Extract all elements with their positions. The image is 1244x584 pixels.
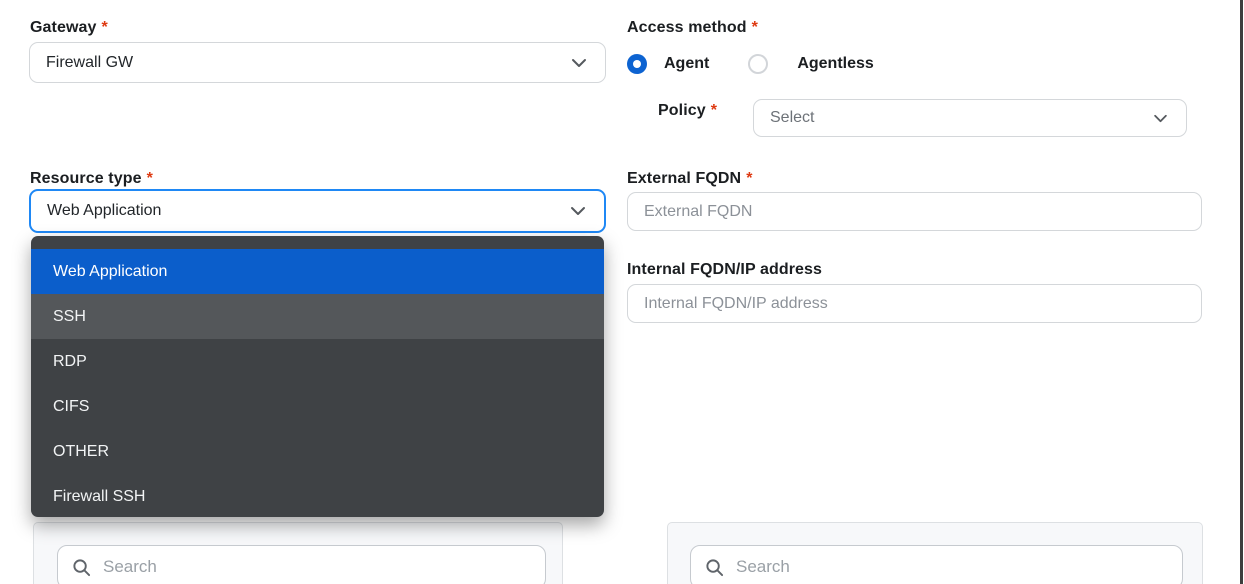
window-edge-divider <box>1240 0 1243 584</box>
policy-select[interactable]: Select <box>753 99 1187 137</box>
policy-label-text: Policy <box>658 102 706 119</box>
access-method-label: Access method * <box>627 19 758 37</box>
right-search-input[interactable] <box>736 546 1182 584</box>
right-search-box <box>690 545 1183 584</box>
gateway-required-asterisk: * <box>102 19 108 36</box>
access-method-radio-group: Agent Agentless <box>627 54 874 74</box>
policy-required-asterisk: * <box>711 102 717 119</box>
agent-radio[interactable] <box>627 54 647 74</box>
internal-fqdn-input[interactable] <box>627 284 1202 323</box>
resource-type-required-asterisk: * <box>147 170 153 187</box>
policy-label: Policy * <box>658 102 717 120</box>
dropdown-option-rdp[interactable]: RDP <box>31 339 604 384</box>
chevron-down-icon <box>570 206 586 216</box>
access-method-required-asterisk: * <box>752 19 758 36</box>
dropdown-option-cifs[interactable]: CIFS <box>31 384 604 429</box>
resource-type-label: Resource type * <box>30 170 153 188</box>
internal-fqdn-label-text: Internal FQDN/IP address <box>627 261 822 278</box>
external-fqdn-field-wrap <box>627 192 1202 231</box>
chevron-down-icon <box>571 58 587 68</box>
external-fqdn-label-text: External FQDN <box>627 170 741 187</box>
policy-select-value: Select <box>754 109 1153 127</box>
resource-form: Gateway * Firewall GW Access method * Agen… <box>0 0 1244 584</box>
dropdown-option-other[interactable]: OTHER <box>31 429 604 474</box>
gateway-select-value: Firewall GW <box>30 54 571 72</box>
agent-radio-label[interactable]: Agent <box>664 55 709 73</box>
gateway-select[interactable]: Firewall GW <box>29 42 606 83</box>
internal-fqdn-label: Internal FQDN/IP address <box>627 261 822 279</box>
dropdown-option-web-application[interactable]: Web Application <box>31 249 604 294</box>
resource-type-dropdown-menu: Web Application SSH RDP CIFS OTHER Firew… <box>31 236 604 517</box>
external-fqdn-label: External FQDN * <box>627 170 753 188</box>
internal-fqdn-field-wrap <box>627 284 1202 323</box>
resource-type-label-text: Resource type <box>30 170 142 187</box>
dropdown-option-ssh[interactable]: SSH <box>31 294 604 339</box>
resource-type-select[interactable]: Web Application <box>29 189 606 233</box>
chevron-down-icon <box>1153 114 1168 123</box>
agentless-radio-label[interactable]: Agentless <box>797 55 873 73</box>
gateway-label: Gateway * <box>30 19 108 37</box>
external-fqdn-input[interactable] <box>627 192 1202 231</box>
agentless-radio[interactable] <box>748 54 768 74</box>
left-search-input[interactable] <box>103 546 545 584</box>
left-search-box <box>57 545 546 584</box>
search-icon <box>705 558 724 577</box>
gateway-label-text: Gateway <box>30 19 97 36</box>
access-method-label-text: Access method <box>627 19 747 36</box>
search-icon <box>72 558 91 577</box>
resource-type-select-value: Web Application <box>31 202 570 220</box>
dropdown-option-firewall-ssh[interactable]: Firewall SSH <box>31 474 604 517</box>
external-fqdn-required-asterisk: * <box>746 170 752 187</box>
